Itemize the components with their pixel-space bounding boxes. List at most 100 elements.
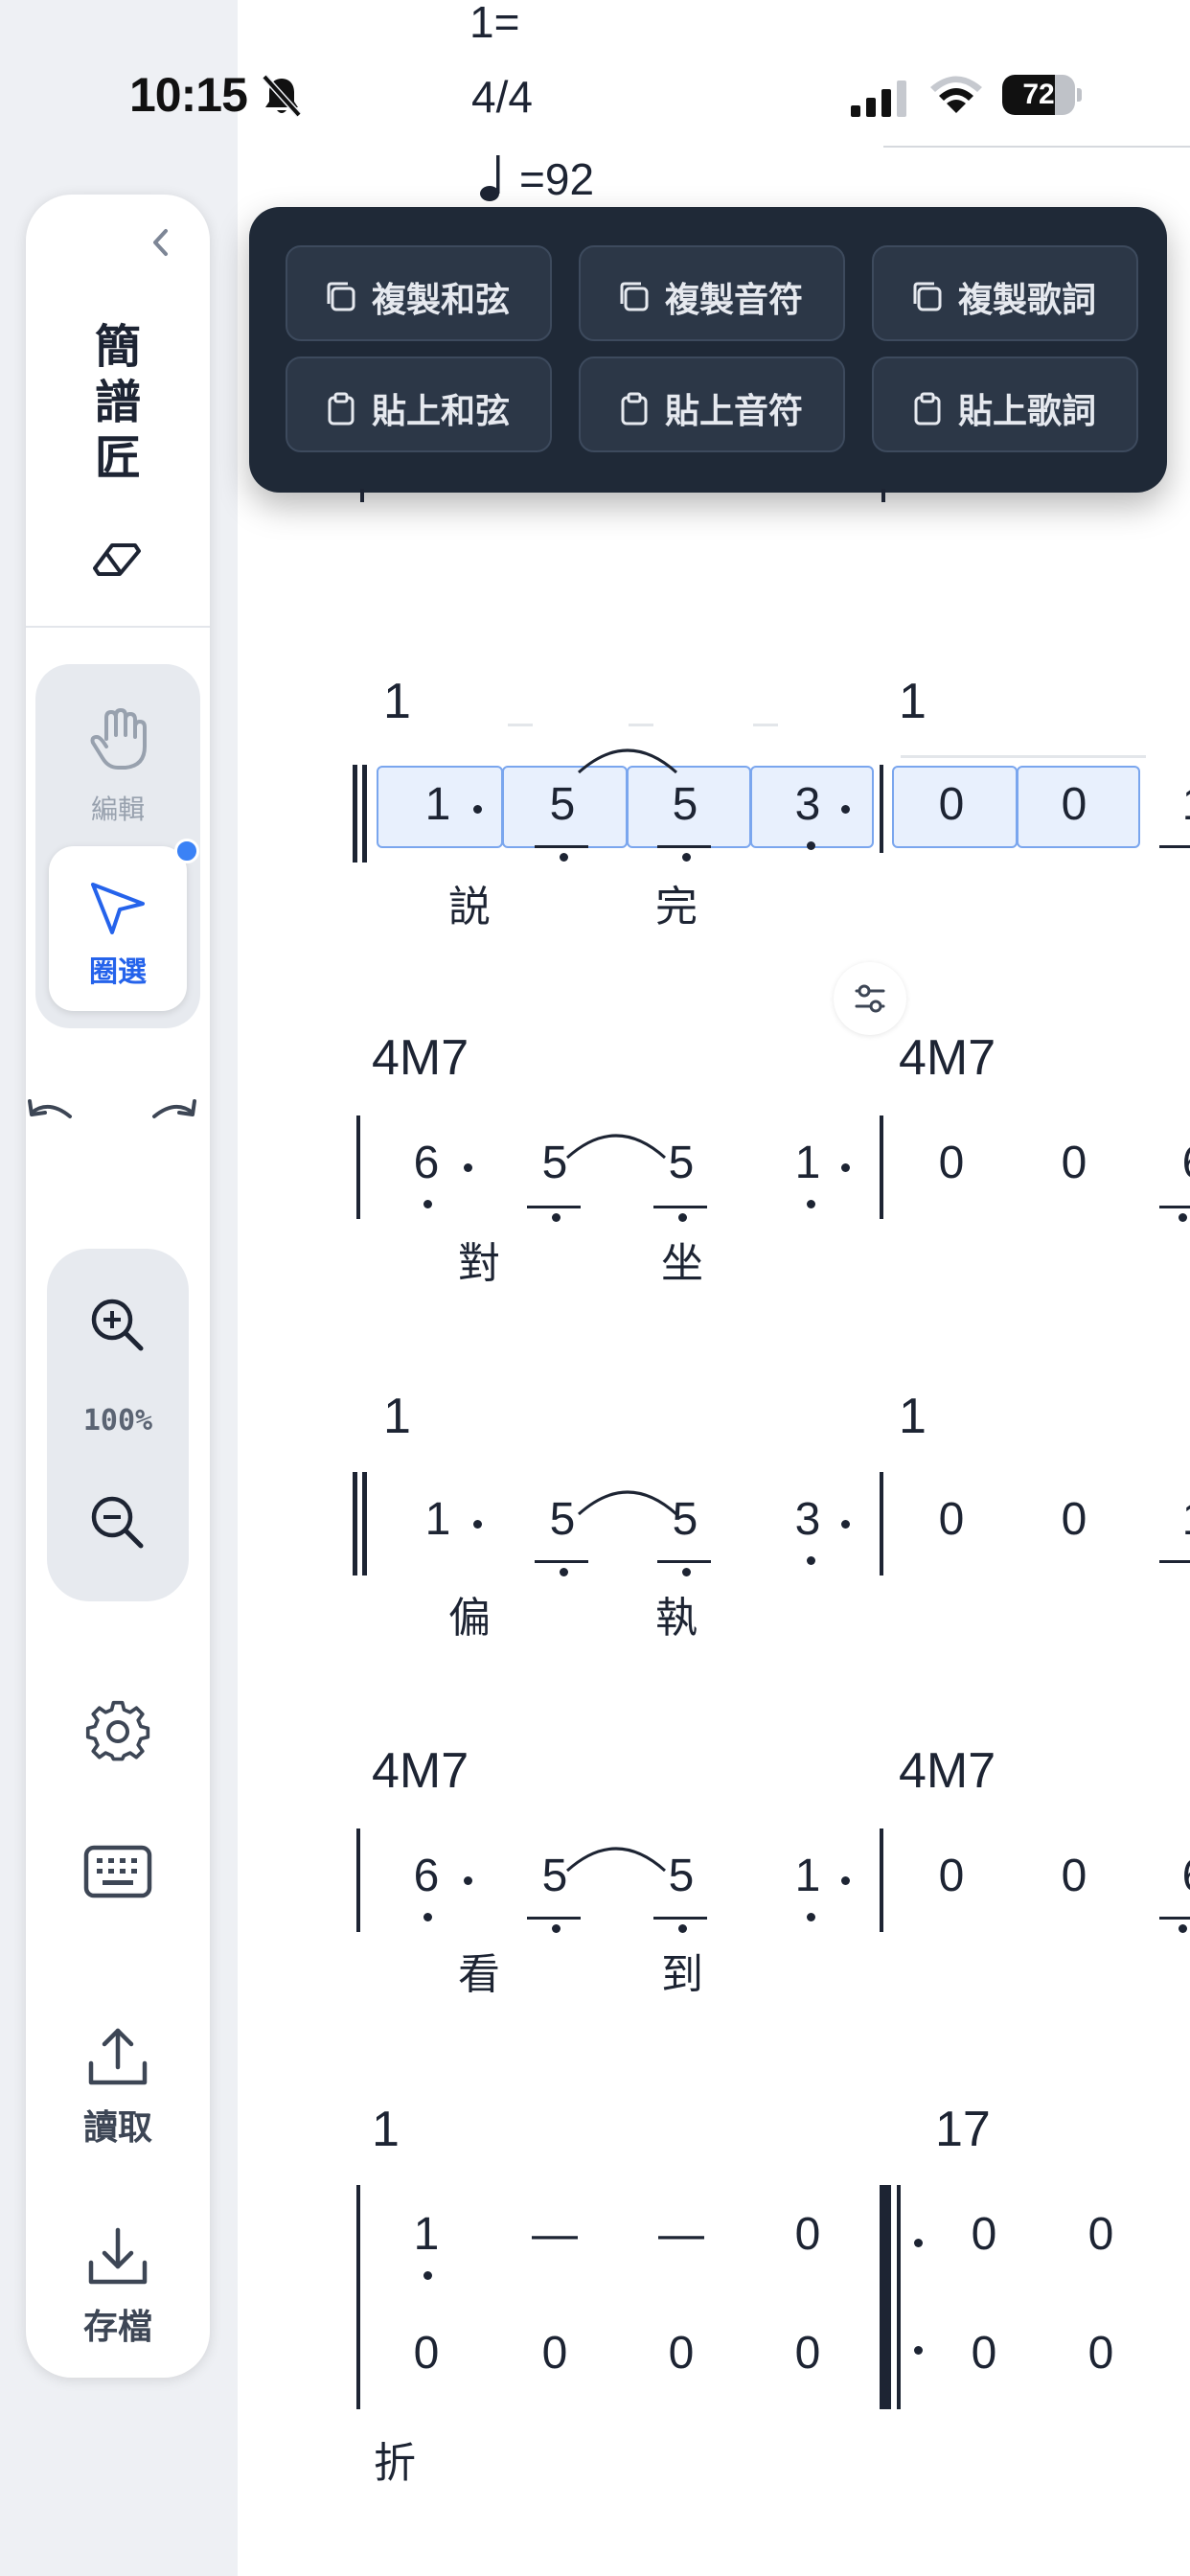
chord-label[interactable]: 1: [899, 673, 927, 730]
chord-label[interactable]: 4M7: [372, 1742, 469, 1800]
note[interactable]: 0: [1050, 778, 1098, 831]
lyric[interactable]: 執: [655, 1583, 698, 1644]
tempo[interactable]: =92: [519, 153, 594, 205]
low-octave-dot: [423, 1913, 432, 1921]
note[interactable]: 6: [402, 1137, 450, 1189]
copy-chord-button[interactable]: 複製和弦: [286, 245, 552, 341]
note[interactable]: 0: [960, 2208, 1008, 2261]
chord-label[interactable]: 4M7: [899, 1742, 995, 1800]
zoom-in-icon[interactable]: [89, 1297, 147, 1354]
note[interactable]: 5: [661, 778, 709, 831]
low-octave-dot: [552, 1924, 561, 1933]
lyric[interactable]: 説: [448, 872, 491, 933]
copy-notes-button[interactable]: 複製音符: [579, 245, 845, 341]
note[interactable]: 6: [1171, 1850, 1190, 1902]
lyric[interactable]: 對: [458, 1229, 500, 1290]
barline: [356, 2185, 360, 2409]
collapse-chevron-icon[interactable]: [147, 223, 175, 262]
lyric[interactable]: 完: [655, 872, 698, 933]
note[interactable]: 0: [531, 2327, 579, 2380]
lyric[interactable]: 到: [661, 1940, 703, 2001]
underline: [653, 1206, 707, 1208]
note[interactable]: 6: [1171, 1137, 1190, 1189]
low-octave-dot: [807, 1556, 815, 1565]
edit-mode-button[interactable]: 編輯: [35, 664, 200, 837]
note[interactable]: 0: [927, 1137, 975, 1189]
select-mode-button[interactable]: 圈選: [49, 846, 187, 1011]
note[interactable]: 0: [927, 1850, 975, 1902]
note[interactable]: 0: [1077, 2327, 1125, 2380]
note[interactable]: 0: [960, 2327, 1008, 2380]
augmentation-dot: [473, 1520, 482, 1529]
chord-label[interactable]: 4M7: [899, 1029, 995, 1087]
underline: [1159, 1560, 1190, 1563]
load-button[interactable]: 讀取: [26, 2025, 210, 2159]
note[interactable]: 1: [1171, 1493, 1190, 1546]
clipboard-icon: [328, 392, 355, 426]
low-octave-dot: [807, 1200, 815, 1208]
chord-label[interactable]: 1: [899, 1388, 927, 1445]
note[interactable]: 0: [927, 1493, 975, 1546]
lyric[interactable]: 折: [374, 2428, 416, 2490]
clipboard-icon: [621, 392, 648, 426]
zoom-control-group: 100%: [47, 1249, 189, 1601]
note[interactable]: —: [531, 2208, 579, 2261]
underline: [535, 1560, 588, 1563]
note[interactable]: 1: [1171, 778, 1190, 831]
underline: [1159, 1206, 1190, 1208]
sidebar-divider: [26, 626, 210, 628]
paste-lyrics-button[interactable]: 貼上歌詞: [872, 356, 1138, 452]
note[interactable]: 6: [402, 1850, 450, 1902]
chord-label[interactable]: 1: [383, 1388, 411, 1445]
note[interactable]: 1: [414, 778, 462, 831]
note[interactable]: —: [657, 2208, 705, 2261]
note[interactable]: 3: [784, 1493, 832, 1546]
note[interactable]: 0: [1050, 1493, 1098, 1546]
note[interactable]: 1: [784, 1850, 832, 1902]
tie-arc: [577, 1490, 678, 1516]
settings-gear-icon[interactable]: [85, 1699, 150, 1764]
note[interactable]: 3: [784, 778, 832, 831]
load-label: 讀取: [82, 2108, 152, 2148]
lyric[interactable]: 坐: [661, 1229, 703, 1290]
clipboard-icon: [914, 392, 941, 426]
active-indicator-dot: [174, 839, 199, 863]
row-settings-button[interactable]: [834, 962, 906, 1035]
note[interactable]: 0: [1077, 2208, 1125, 2261]
paste-chord-button[interactable]: 貼上和弦: [286, 356, 552, 452]
lyric[interactable]: 偏: [448, 1583, 491, 1644]
underline: [653, 1917, 707, 1920]
cursor-arrow-icon: [91, 883, 145, 934]
chord-label[interactable]: 1: [383, 673, 411, 730]
note[interactable]: 0: [784, 2208, 832, 2261]
sliders-icon: [855, 984, 885, 1013]
copy-lyrics-button[interactable]: 複製歌詞: [872, 245, 1138, 341]
barline: [880, 1472, 883, 1576]
underline: [1159, 1917, 1190, 1920]
note[interactable]: 1: [402, 2208, 450, 2261]
lyric[interactable]: 看: [458, 1940, 500, 2001]
eraser-icon[interactable]: [93, 538, 143, 582]
undo-icon[interactable]: [22, 1093, 76, 1138]
note[interactable]: 0: [927, 778, 975, 831]
key-signature[interactable]: 1=: [469, 0, 519, 48]
note[interactable]: 0: [402, 2327, 450, 2380]
chord-label[interactable]: 1: [372, 2101, 400, 2158]
keyboard-icon[interactable]: [83, 1845, 152, 1898]
zoom-out-icon[interactable]: [89, 1494, 147, 1552]
note[interactable]: 1: [784, 1137, 832, 1189]
double-barline: [353, 1472, 357, 1576]
paste-notes-button[interactable]: 貼上音符: [579, 356, 845, 452]
note[interactable]: 0: [1050, 1850, 1098, 1902]
note[interactable]: 0: [657, 2327, 705, 2380]
redo-icon[interactable]: [149, 1093, 202, 1138]
note[interactable]: 0: [784, 2327, 832, 2380]
note[interactable]: 0: [1050, 1137, 1098, 1189]
time-signature[interactable]: 4/4: [471, 71, 533, 123]
barline: [881, 489, 885, 502]
chord-label[interactable]: 4M7: [372, 1029, 469, 1087]
save-button[interactable]: 存檔: [26, 2224, 210, 2358]
note[interactable]: 5: [538, 778, 586, 831]
note[interactable]: 1: [414, 1493, 462, 1546]
augmentation-dot: [841, 1876, 850, 1885]
